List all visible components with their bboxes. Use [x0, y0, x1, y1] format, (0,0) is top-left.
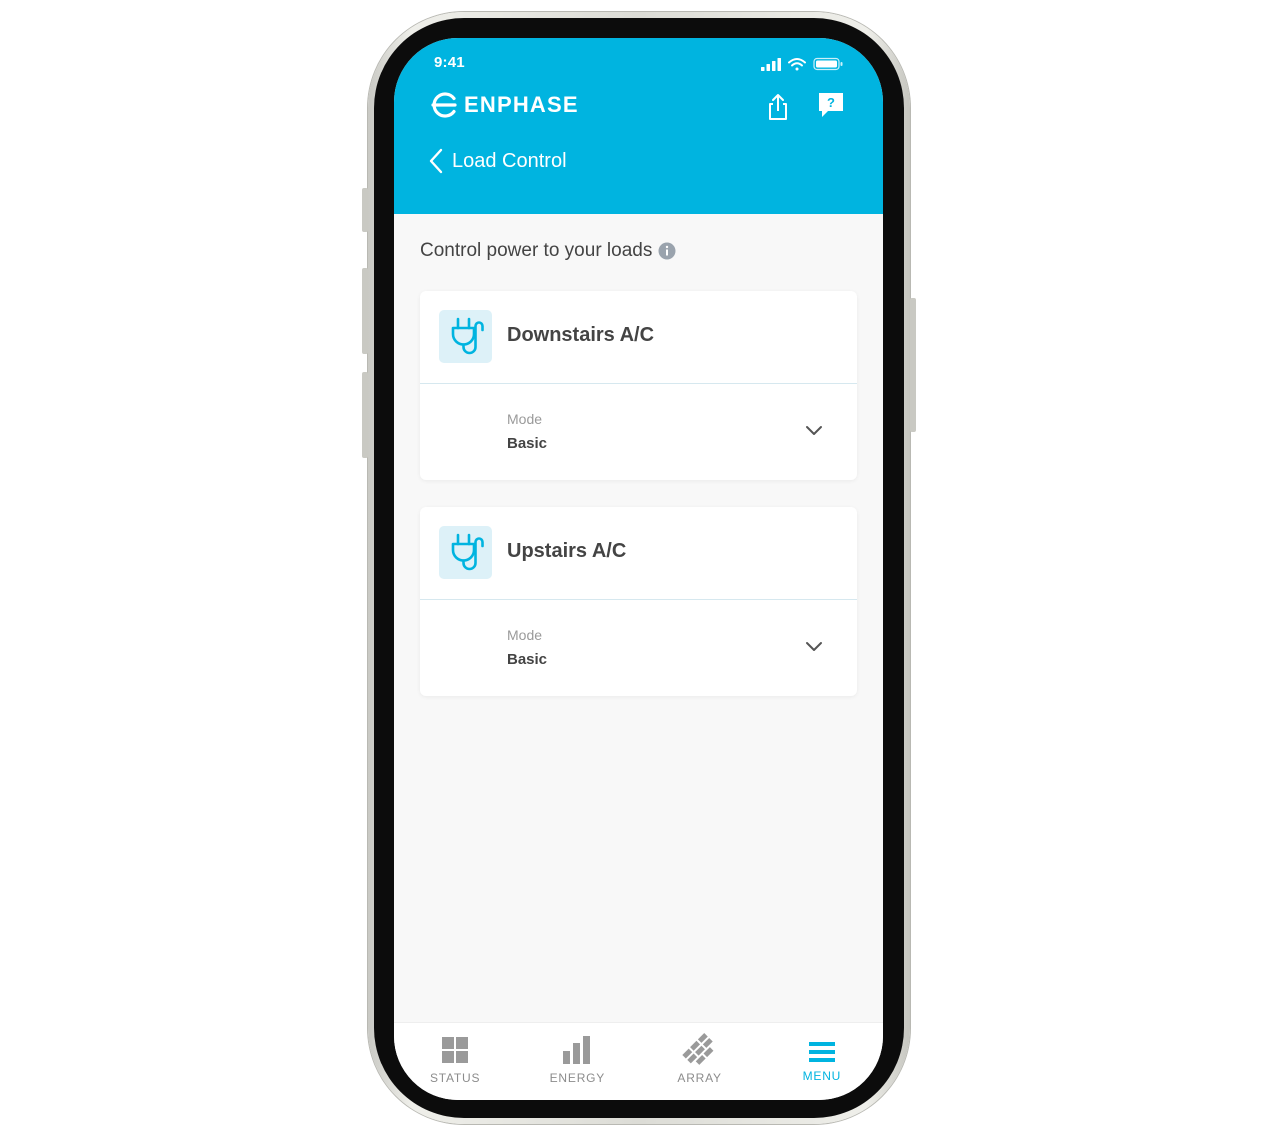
mode-value: Basic: [507, 651, 548, 668]
tab-menu[interactable]: MENU: [761, 1023, 883, 1100]
chevron-left-icon: [429, 148, 443, 174]
mode-dropdown[interactable]: Mode Basic: [420, 384, 857, 480]
grid-icon: [442, 1037, 469, 1063]
chevron-down-icon: [806, 426, 822, 435]
page-title: Load Control: [452, 149, 567, 172]
plug-icon-box: [439, 526, 492, 579]
volume-up-button: [362, 268, 368, 354]
section-title-text: Control power to your loads: [420, 240, 653, 261]
tab-status[interactable]: STATUS: [394, 1023, 516, 1100]
solar-array-icon: [681, 1033, 714, 1065]
app-header: 9:41 ENPHASE ? Load Control: [394, 38, 883, 214]
load-card: Downstairs A/C Mode Basic: [420, 291, 857, 480]
tab-array[interactable]: ARRAY: [639, 1023, 761, 1100]
screen: 9:41 ENPHASE ? Load Control Control powe…: [394, 38, 883, 1100]
load-card-header: Downstairs A/C: [420, 291, 857, 384]
brand-name: ENPHASE: [464, 92, 579, 117]
mode-dropdown[interactable]: Mode Basic: [420, 600, 857, 696]
back-button[interactable]: Load Control: [428, 148, 567, 174]
load-name: Upstairs A/C: [507, 540, 627, 562]
plug-icon-box: [439, 310, 492, 363]
share-icon: [769, 94, 787, 120]
cellular-signal-icon: [761, 58, 781, 71]
power-button: [910, 298, 916, 432]
bar-chart-icon: [563, 1036, 591, 1064]
tab-label: ARRAY: [677, 1071, 722, 1085]
tab-bar: STATUS ENERGY ARRAY MENU: [394, 1022, 883, 1100]
load-card-header: Upstairs A/C: [420, 507, 857, 600]
help-button[interactable]: ?: [817, 91, 845, 119]
section-title: Control power to your loads: [420, 240, 676, 262]
load-card: Upstairs A/C Mode Basic: [420, 507, 857, 696]
svg-text:?: ?: [827, 95, 835, 110]
tab-label: STATUS: [429, 1071, 481, 1085]
chevron-down-icon: [806, 642, 822, 651]
mode-label: Mode: [507, 627, 543, 643]
silent-switch: [362, 188, 368, 232]
tab-energy[interactable]: ENERGY: [516, 1023, 638, 1100]
tab-label: MENU: [802, 1069, 842, 1083]
help-icon: ?: [819, 93, 843, 117]
status-time: 9:41: [434, 54, 465, 71]
tab-label: ENERGY: [549, 1071, 606, 1085]
plug-icon: [451, 317, 484, 354]
battery-icon: [813, 57, 843, 71]
status-icons: [761, 56, 845, 77]
enphase-logo-icon: [431, 92, 457, 118]
plug-icon: [451, 533, 484, 570]
load-name: Downstairs A/C: [507, 324, 655, 346]
mode-value: Basic: [507, 435, 548, 452]
enphase-logo: ENPHASE: [430, 90, 579, 120]
mode-label: Mode: [507, 411, 543, 427]
info-icon[interactable]: [658, 242, 676, 260]
share-button[interactable]: [763, 92, 793, 122]
volume-down-button: [362, 372, 368, 458]
hamburger-icon: [808, 1042, 835, 1062]
wifi-icon: [788, 58, 806, 71]
